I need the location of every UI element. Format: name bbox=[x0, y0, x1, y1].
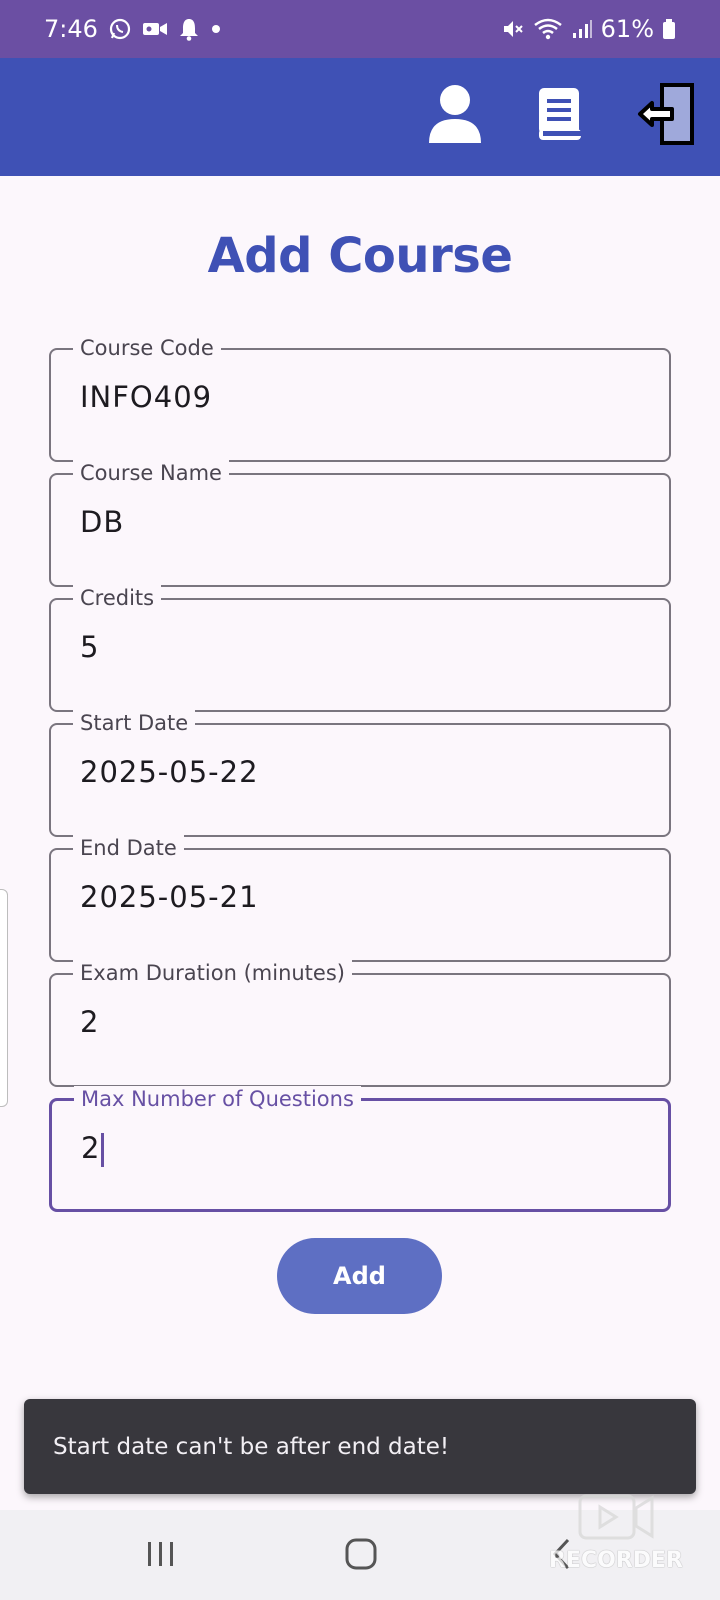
status-bar: 7:46 61% bbox=[0, 0, 720, 58]
start-date-label: Start Date bbox=[73, 710, 196, 736]
start-date-value: 2025-05-22 bbox=[80, 755, 259, 789]
start-date-field[interactable]: Start Date 2025-05-22 bbox=[49, 710, 671, 837]
course-name-label: Course Name bbox=[73, 460, 229, 486]
recorder-icon bbox=[578, 1492, 654, 1546]
max-questions-label: Max Number of Questions bbox=[74, 1086, 361, 1112]
course-code-label: Course Code bbox=[73, 335, 221, 361]
course-code-field[interactable]: Course Code INFO409 bbox=[49, 335, 671, 462]
course-name-value: DB bbox=[80, 505, 125, 539]
whatsapp-icon bbox=[108, 17, 132, 41]
video-icon bbox=[142, 19, 168, 39]
home-button[interactable] bbox=[331, 1532, 391, 1580]
page-title: Add Course bbox=[207, 228, 513, 284]
credits-field[interactable]: Credits 5 bbox=[49, 585, 671, 712]
recents-button[interactable] bbox=[131, 1532, 191, 1580]
max-questions-value: 2 bbox=[81, 1131, 101, 1165]
logout-icon bbox=[636, 83, 696, 149]
recents-icon bbox=[144, 1539, 178, 1573]
courses-button[interactable] bbox=[528, 84, 592, 148]
home-icon bbox=[344, 1537, 378, 1575]
exam-duration-field[interactable]: Exam Duration (minutes) 2 bbox=[49, 960, 671, 1087]
logout-button[interactable] bbox=[634, 83, 698, 149]
app-bar bbox=[0, 58, 720, 176]
exam-duration-value: 2 bbox=[80, 1005, 100, 1039]
status-time: 7:46 bbox=[44, 15, 98, 43]
bell-icon bbox=[178, 17, 200, 41]
error-snackbar: Start date can't be after end date! bbox=[24, 1399, 696, 1494]
course-code-value: INFO409 bbox=[80, 380, 213, 414]
screen-recorder-watermark: RECORDER bbox=[536, 1488, 696, 1578]
add-button[interactable]: Add bbox=[277, 1238, 442, 1314]
profile-icon bbox=[427, 83, 483, 149]
max-questions-field[interactable]: Max Number of Questions 2 bbox=[49, 1086, 671, 1212]
book-icon bbox=[535, 85, 585, 147]
signal-icon bbox=[571, 18, 593, 40]
credits-label: Credits bbox=[73, 585, 162, 611]
max-questions-value-wrap: 2 bbox=[81, 1131, 105, 1167]
dot-icon bbox=[210, 23, 222, 35]
end-date-label: End Date bbox=[73, 835, 184, 861]
end-date-value: 2025-05-21 bbox=[80, 880, 259, 914]
watermark-text: RECORDER bbox=[549, 1548, 683, 1573]
snackbar-message: Start date can't be after end date! bbox=[53, 1433, 450, 1460]
end-date-field[interactable]: End Date 2025-05-21 bbox=[49, 835, 671, 962]
battery-percent: 61% bbox=[600, 15, 654, 43]
wifi-icon bbox=[533, 17, 563, 41]
course-name-field[interactable]: Course Name DB bbox=[49, 460, 671, 587]
battery-icon bbox=[662, 18, 676, 40]
edge-panel-handle[interactable] bbox=[0, 889, 8, 1107]
exam-duration-label: Exam Duration (minutes) bbox=[73, 960, 352, 986]
credits-value: 5 bbox=[80, 630, 100, 664]
text-cursor bbox=[101, 1133, 105, 1167]
profile-button[interactable] bbox=[423, 84, 487, 148]
mute-icon bbox=[501, 17, 525, 41]
